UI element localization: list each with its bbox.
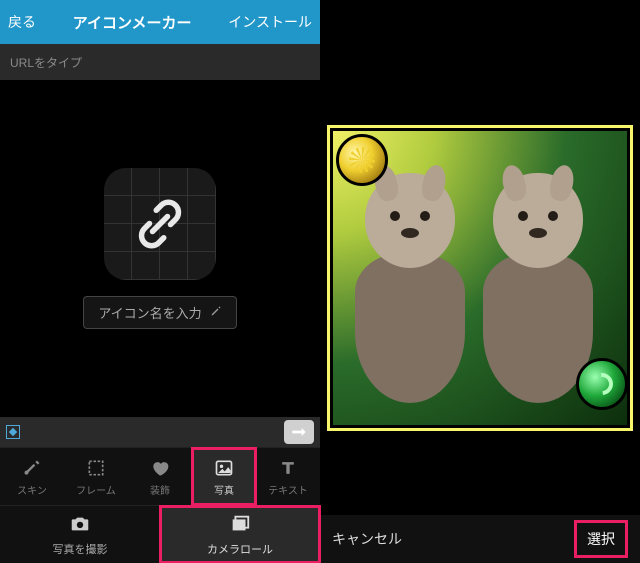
header-bar: 戻る アイコンメーカー インストール bbox=[0, 0, 320, 44]
tab-frame[interactable]: フレーム bbox=[64, 448, 128, 505]
pencil-icon bbox=[210, 305, 222, 320]
editor-screen: 戻る アイコンメーカー インストール URLをタイプ アイコン名を入力 bbox=[0, 0, 320, 563]
sheep-slippers bbox=[350, 173, 610, 413]
picker-bottom-bar: キャンセル 選択 bbox=[320, 515, 640, 563]
brush-icon bbox=[21, 457, 43, 479]
tab-text[interactable]: テキスト bbox=[256, 448, 320, 505]
heart-icon bbox=[149, 457, 171, 479]
spacer bbox=[320, 0, 640, 118]
tab-label: テキスト bbox=[268, 482, 308, 497]
url-input[interactable]: URLをタイプ bbox=[0, 44, 320, 80]
sub-label: カメラロール bbox=[207, 541, 273, 557]
app-title: アイコンメーカー bbox=[73, 12, 192, 33]
back-button[interactable]: 戻る bbox=[8, 12, 36, 32]
adchoices-icon[interactable] bbox=[6, 425, 20, 439]
link-icon bbox=[130, 194, 190, 254]
icon-canvas-area: アイコン名を入力 bbox=[0, 80, 320, 417]
install-button[interactable]: インストール bbox=[228, 12, 312, 32]
icon-preview[interactable] bbox=[104, 168, 216, 280]
tab-label: 写真 bbox=[214, 482, 234, 497]
wood-orb-icon bbox=[576, 358, 628, 410]
sub-label: 写真を撮影 bbox=[53, 541, 108, 557]
next-button[interactable] bbox=[284, 420, 314, 444]
light-orb-icon bbox=[336, 134, 388, 186]
camera-icon bbox=[69, 513, 91, 538]
url-placeholder: URLをタイプ bbox=[10, 54, 82, 71]
sub-camera-roll[interactable]: カメラロール bbox=[160, 506, 320, 563]
icon-name-input[interactable]: アイコン名を入力 bbox=[83, 296, 236, 329]
tab-label: スキン bbox=[17, 482, 47, 497]
gallery-icon bbox=[229, 513, 251, 538]
tab-label: 装飾 bbox=[150, 482, 170, 497]
text-icon bbox=[277, 457, 299, 479]
sub-take-photo[interactable]: 写真を撮影 bbox=[0, 506, 160, 563]
cancel-button[interactable]: キャンセル bbox=[332, 529, 402, 549]
select-button[interactable]: 選択 bbox=[574, 520, 628, 558]
tab-label: フレーム bbox=[76, 482, 116, 497]
image-icon bbox=[213, 457, 235, 479]
icon-name-placeholder: アイコン名を入力 bbox=[98, 303, 201, 322]
ad-banner bbox=[0, 417, 320, 447]
photo-sub-bar: 写真を撮影 カメラロール bbox=[0, 505, 320, 563]
tab-skin[interactable]: スキン bbox=[0, 448, 64, 505]
main-tab-bar: スキン フレーム 装飾 写真 テキスト bbox=[0, 447, 320, 505]
tab-decor[interactable]: 装飾 bbox=[128, 448, 192, 505]
tab-photo[interactable]: 写真 bbox=[192, 448, 256, 505]
frame-icon bbox=[85, 457, 107, 479]
selected-photo-preview[interactable] bbox=[320, 118, 640, 438]
picker-screen: キャンセル 選択 bbox=[320, 0, 640, 563]
